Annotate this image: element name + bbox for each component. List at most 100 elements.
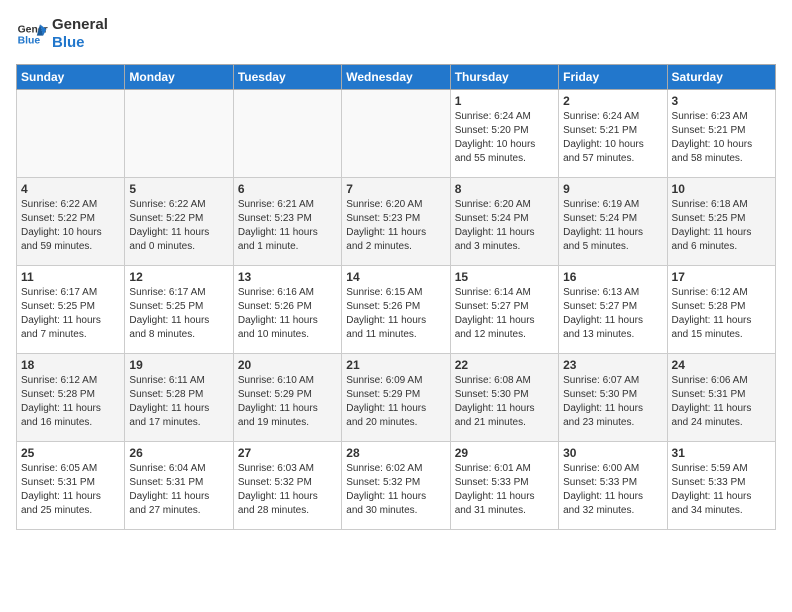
day-number: 14 <box>346 270 445 284</box>
day-info: Sunrise: 6:19 AMSunset: 5:24 PMDaylight:… <box>563 198 662 254</box>
calendar-cell: 20 Sunrise: 6:10 AMSunset: 5:29 PMDayligh… <box>233 354 341 442</box>
calendar-cell: 18 Sunrise: 6:12 AMSunset: 5:28 PMDayligh… <box>17 354 125 442</box>
calendar-week-3: 11 Sunrise: 6:17 AMSunset: 5:25 PMDayligh… <box>17 266 776 354</box>
day-info: Sunrise: 6:07 AMSunset: 5:30 PMDaylight:… <box>563 374 662 430</box>
calendar-cell: 24 Sunrise: 6:06 AMSunset: 5:31 PMDayligh… <box>667 354 775 442</box>
calendar-cell: 10 Sunrise: 6:18 AMSunset: 5:25 PMDayligh… <box>667 178 775 266</box>
day-info: Sunrise: 6:12 AMSunset: 5:28 PMDaylight:… <box>672 286 771 342</box>
day-number: 25 <box>21 446 120 460</box>
day-info: Sunrise: 6:14 AMSunset: 5:27 PMDaylight:… <box>455 286 554 342</box>
day-number: 27 <box>238 446 337 460</box>
logo: General Blue General Blue <box>16 16 108 52</box>
day-number: 22 <box>455 358 554 372</box>
day-info: Sunrise: 6:18 AMSunset: 5:25 PMDaylight:… <box>672 198 771 254</box>
calendar-week-1: 1Sunrise: 6:24 AMSunset: 5:20 PMDaylight… <box>17 90 776 178</box>
day-number: 8 <box>455 182 554 196</box>
day-number: 11 <box>21 270 120 284</box>
day-number: 17 <box>672 270 771 284</box>
calendar-cell: 16Sunrise: 6:13 AMSunset: 5:27 PMDayligh… <box>559 266 667 354</box>
day-info: Sunrise: 6:12 AMSunset: 5:28 PMDaylight:… <box>21 374 120 430</box>
calendar-cell: 9 Sunrise: 6:19 AMSunset: 5:24 PMDaylight… <box>559 178 667 266</box>
calendar-cell: 31 Sunrise: 5:59 AMSunset: 5:33 PMDayligh… <box>667 442 775 530</box>
day-number: 18 <box>21 358 120 372</box>
day-info: Sunrise: 6:24 AMSunset: 5:20 PMDaylight:… <box>455 110 554 166</box>
day-info: Sunrise: 6:17 AMSunset: 5:25 PMDaylight:… <box>21 286 120 342</box>
calendar-table: SundayMondayTuesdayWednesdayThursdayFrid… <box>16 64 776 530</box>
day-number: 29 <box>455 446 554 460</box>
calendar-cell: 29 Sunrise: 6:01 AMSunset: 5:33 PMDayligh… <box>450 442 558 530</box>
calendar-week-2: 4Sunrise: 6:22 AMSunset: 5:22 PMDaylight… <box>17 178 776 266</box>
calendar-week-4: 18 Sunrise: 6:12 AMSunset: 5:28 PMDayligh… <box>17 354 776 442</box>
day-number: 2 <box>563 94 662 108</box>
calendar-cell: 22 Sunrise: 6:08 AMSunset: 5:30 PMDayligh… <box>450 354 558 442</box>
day-info: Sunrise: 6:08 AMSunset: 5:30 PMDaylight:… <box>455 374 554 430</box>
calendar-cell: 30 Sunrise: 6:00 AMSunset: 5:33 PMDayligh… <box>559 442 667 530</box>
calendar-cell: 27 Sunrise: 6:03 AMSunset: 5:32 PMDayligh… <box>233 442 341 530</box>
day-number: 28 <box>346 446 445 460</box>
day-info: Sunrise: 6:23 AMSunset: 5:21 PMDaylight:… <box>672 110 771 166</box>
calendar-cell <box>233 90 341 178</box>
day-info: Sunrise: 6:06 AMSunset: 5:31 PMDaylight:… <box>672 374 771 430</box>
calendar-cell: 13 Sunrise: 6:16 AMSunset: 5:26 PMDayligh… <box>233 266 341 354</box>
calendar-cell: 21 Sunrise: 6:09 AMSunset: 5:29 PMDayligh… <box>342 354 450 442</box>
day-info: Sunrise: 6:11 AMSunset: 5:28 PMDaylight:… <box>129 374 228 430</box>
weekday-header-tuesday: Tuesday <box>233 65 341 90</box>
day-info: Sunrise: 6:13 AMSunset: 5:27 PMDaylight:… <box>563 286 662 342</box>
day-info: Sunrise: 6:03 AMSunset: 5:32 PMDaylight:… <box>238 462 337 518</box>
day-info: Sunrise: 6:20 AMSunset: 5:24 PMDaylight:… <box>455 198 554 254</box>
calendar-cell: 23Sunrise: 6:07 AMSunset: 5:30 PMDayligh… <box>559 354 667 442</box>
day-number: 9 <box>563 182 662 196</box>
weekday-header-sunday: Sunday <box>17 65 125 90</box>
weekday-header-wednesday: Wednesday <box>342 65 450 90</box>
logo-icon: General Blue <box>16 18 48 50</box>
weekday-header-friday: Friday <box>559 65 667 90</box>
calendar-cell: 19 Sunrise: 6:11 AMSunset: 5:28 PMDayligh… <box>125 354 233 442</box>
calendar-week-5: 25 Sunrise: 6:05 AMSunset: 5:31 PMDayligh… <box>17 442 776 530</box>
calendar-cell: 11 Sunrise: 6:17 AMSunset: 5:25 PMDayligh… <box>17 266 125 354</box>
day-number: 5 <box>129 182 228 196</box>
calendar-cell: 8 Sunrise: 6:20 AMSunset: 5:24 PMDaylight… <box>450 178 558 266</box>
day-number: 6 <box>238 182 337 196</box>
logo-text: General <box>52 16 108 34</box>
day-info: Sunrise: 6:01 AMSunset: 5:33 PMDaylight:… <box>455 462 554 518</box>
day-number: 3 <box>672 94 771 108</box>
day-info: Sunrise: 6:22 AMSunset: 5:22 PMDaylight:… <box>21 198 120 254</box>
day-number: 15 <box>455 270 554 284</box>
page-header: General Blue General Blue <box>16 16 776 52</box>
day-number: 19 <box>129 358 228 372</box>
day-number: 13 <box>238 270 337 284</box>
svg-text:Blue: Blue <box>18 36 41 47</box>
calendar-cell: 7Sunrise: 6:20 AMSunset: 5:23 PMDaylight… <box>342 178 450 266</box>
day-info: Sunrise: 6:05 AMSunset: 5:31 PMDaylight:… <box>21 462 120 518</box>
day-number: 24 <box>672 358 771 372</box>
day-info: Sunrise: 6:15 AMSunset: 5:26 PMDaylight:… <box>346 286 445 342</box>
calendar-cell: 1Sunrise: 6:24 AMSunset: 5:20 PMDaylight… <box>450 90 558 178</box>
calendar-cell: 4Sunrise: 6:22 AMSunset: 5:22 PMDaylight… <box>17 178 125 266</box>
day-info: Sunrise: 6:22 AMSunset: 5:22 PMDaylight:… <box>129 198 228 254</box>
day-number: 20 <box>238 358 337 372</box>
day-info: Sunrise: 6:00 AMSunset: 5:33 PMDaylight:… <box>563 462 662 518</box>
day-number: 12 <box>129 270 228 284</box>
day-number: 30 <box>563 446 662 460</box>
calendar-cell: 5 Sunrise: 6:22 AMSunset: 5:22 PMDaylight… <box>125 178 233 266</box>
calendar-cell <box>342 90 450 178</box>
day-number: 31 <box>672 446 771 460</box>
day-info: Sunrise: 6:21 AMSunset: 5:23 PMDaylight:… <box>238 198 337 254</box>
calendar-cell <box>17 90 125 178</box>
calendar-cell: 28Sunrise: 6:02 AMSunset: 5:32 PMDayligh… <box>342 442 450 530</box>
day-number: 21 <box>346 358 445 372</box>
weekday-header-thursday: Thursday <box>450 65 558 90</box>
day-info: Sunrise: 6:20 AMSunset: 5:23 PMDaylight:… <box>346 198 445 254</box>
day-info: Sunrise: 6:09 AMSunset: 5:29 PMDaylight:… <box>346 374 445 430</box>
day-info: Sunrise: 6:24 AMSunset: 5:21 PMDaylight:… <box>563 110 662 166</box>
day-info: Sunrise: 6:16 AMSunset: 5:26 PMDaylight:… <box>238 286 337 342</box>
calendar-cell: 17 Sunrise: 6:12 AMSunset: 5:28 PMDayligh… <box>667 266 775 354</box>
day-info: Sunrise: 6:10 AMSunset: 5:29 PMDaylight:… <box>238 374 337 430</box>
calendar-cell: 15 Sunrise: 6:14 AMSunset: 5:27 PMDayligh… <box>450 266 558 354</box>
day-info: Sunrise: 6:17 AMSunset: 5:25 PMDaylight:… <box>129 286 228 342</box>
day-number: 26 <box>129 446 228 460</box>
day-number: 10 <box>672 182 771 196</box>
calendar-cell: 2 Sunrise: 6:24 AMSunset: 5:21 PMDaylight… <box>559 90 667 178</box>
day-info: Sunrise: 5:59 AMSunset: 5:33 PMDaylight:… <box>672 462 771 518</box>
weekday-header-monday: Monday <box>125 65 233 90</box>
